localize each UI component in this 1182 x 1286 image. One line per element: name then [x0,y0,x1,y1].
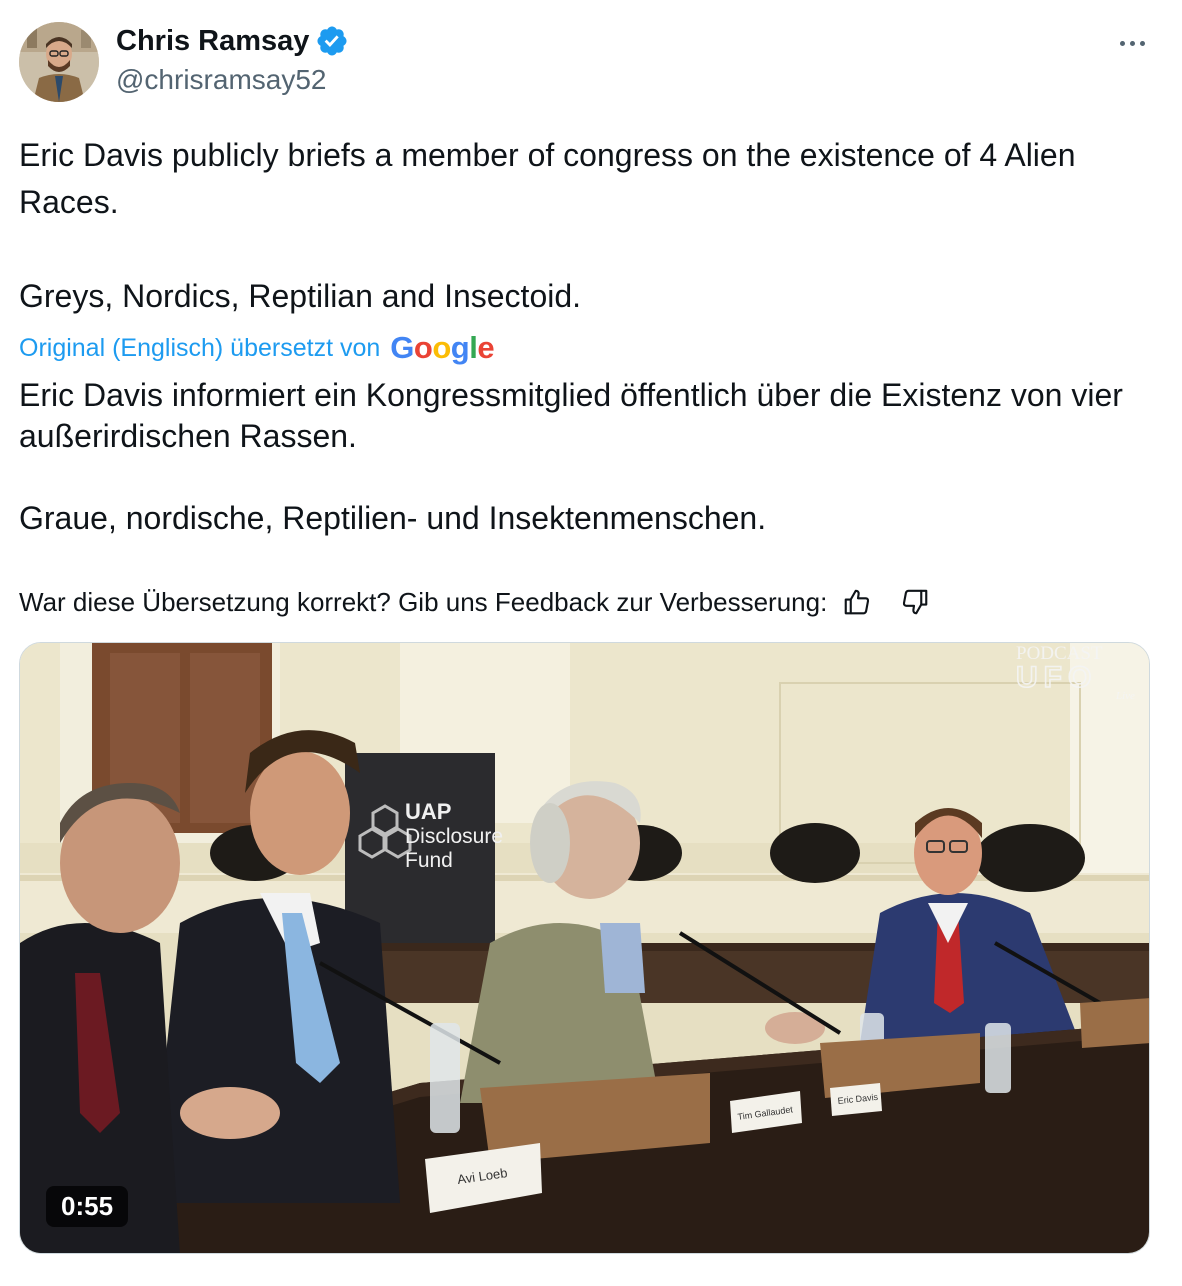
author-handle[interactable]: @chrisramsay52 [116,64,326,96]
feedback-prompt: War diese Übersetzung korrekt? Gib uns F… [19,586,828,617]
video-duration-badge: 0:55 [46,1186,129,1227]
google-logo: Google [390,330,495,365]
video-thumbnail: UAP Disclosure Fund Avi Loeb Tim Gallaud… [20,643,1149,1253]
banner-line-3: Fund [405,849,453,872]
banner-line-2: Disclosure [405,825,503,848]
translated-text: Eric Davis informiert ein Kongressmitgli… [19,377,1123,536]
avatar-image [19,22,99,102]
author-name-row[interactable]: Chris Ramsay [116,24,349,58]
tweet-text: Eric Davis publicly briefs a member of c… [19,137,1076,314]
video-player[interactable]: UAP Disclosure Fund Avi Loeb Tim Gallaud… [19,642,1150,1254]
svg-text:Live: Live [1115,690,1135,702]
author-display-name[interactable]: Chris Ramsay [116,25,309,58]
avatar[interactable] [19,22,99,102]
translation-feedback: War diese Übersetzung korrekt? Gib uns F… [19,584,933,620]
more-options-icon[interactable] [1112,28,1152,58]
thumbs-down-icon[interactable] [897,584,933,620]
banner-line-1: UAP [405,799,451,824]
translation-attribution[interactable]: Original (Englisch) übersetzt von Google [19,330,495,366]
translation-label[interactable]: Original (Englisch) übersetzt von [19,334,380,363]
nameplate-eric-davis: Eric Davis [830,1083,882,1116]
svg-text:UFO: UFO [1016,661,1097,694]
thumbs-up-icon[interactable] [839,584,875,620]
verified-badge-icon[interactable] [315,24,349,58]
